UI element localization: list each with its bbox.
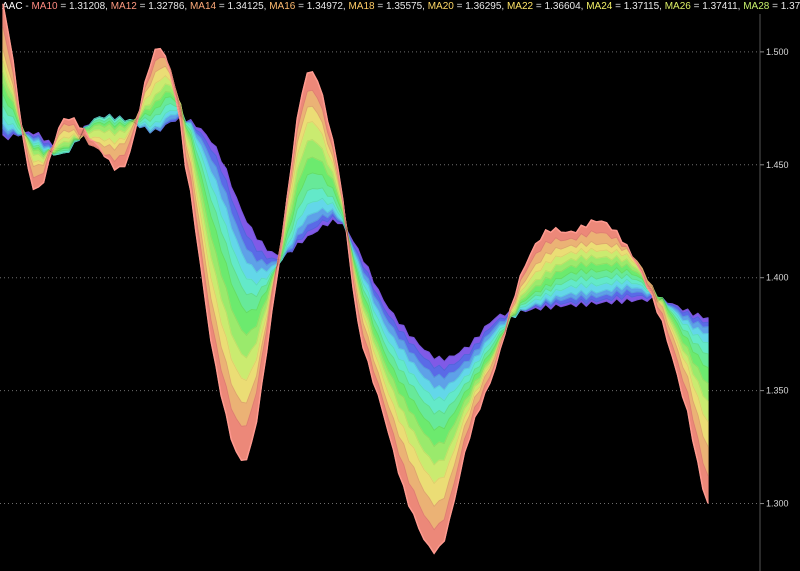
y-tick-label: 1.400 <box>766 273 789 283</box>
y-tick-label: 1.450 <box>766 160 789 170</box>
ma-ribbon-chart: 1.500 1.450 1.400 1.350 1.300 <box>0 3 789 571</box>
y-tick-label: 1.300 <box>766 499 789 509</box>
y-tick-label: 1.500 <box>766 47 789 57</box>
y-axis: 1.500 1.450 1.400 1.350 1.300 <box>759 14 789 571</box>
ribbon-bands <box>2 3 709 555</box>
y-tick-label: 1.350 <box>766 386 789 396</box>
